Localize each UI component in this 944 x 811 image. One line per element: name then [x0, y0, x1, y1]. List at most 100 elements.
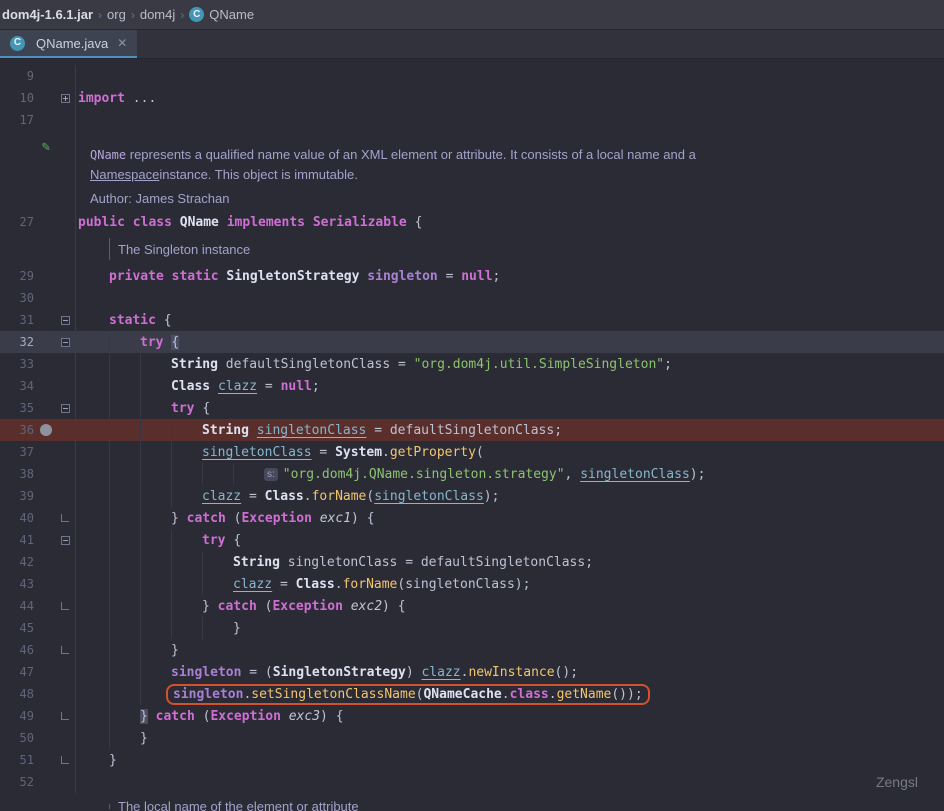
line-number[interactable]: 34: [0, 379, 34, 393]
code-line[interactable]: 46}: [0, 639, 944, 661]
breakpoint-icon[interactable]: [34, 424, 58, 436]
line-number[interactable]: 35: [0, 401, 34, 415]
breadcrumb-item-jar[interactable]: dom4j-1.6.1.jar: [2, 7, 93, 22]
line-number[interactable]: 36: [0, 423, 34, 437]
line-number[interactable]: 42: [0, 555, 34, 569]
line-number[interactable]: 52: [0, 775, 34, 789]
breadcrumb-item-qname[interactable]: C QName: [189, 7, 254, 22]
code-line[interactable]: 36String singletonClass = defaultSinglet…: [0, 419, 944, 441]
fold-collapse-icon[interactable]: [58, 536, 72, 545]
code-token: );: [484, 489, 500, 504]
fold-collapse-icon[interactable]: [58, 404, 72, 413]
code-line[interactable]: 38s:"org.dom4j.QName.singleton.strategy"…: [0, 463, 944, 485]
code-line[interactable]: 10import ...: [0, 87, 944, 109]
doc-comment-row[interactable]: ✎QName represents a qualified name value…: [0, 131, 944, 211]
fold-end-icon[interactable]: [58, 712, 72, 720]
class-icon: C: [189, 7, 204, 22]
code-editor[interactable]: 9 10import ... 17 ✎QName represents a quali…: [0, 59, 944, 811]
breadcrumb-item-dom4j[interactable]: dom4j: [140, 7, 175, 22]
code-line[interactable]: 17: [0, 109, 944, 131]
code-line[interactable]: 43clazz = Class.forName(singletonClass);: [0, 573, 944, 595]
code-token: {: [233, 533, 241, 548]
tab-qname-java[interactable]: C QName.java ✕: [0, 30, 137, 58]
line-number[interactable]: 43: [0, 577, 34, 591]
fold-collapse-icon[interactable]: [58, 338, 72, 347]
line-number[interactable]: 46: [0, 643, 34, 657]
line-number[interactable]: 48: [0, 687, 34, 701]
gutter: 41: [0, 529, 76, 551]
line-content: public class QName implements Serializab…: [76, 211, 944, 233]
code-line[interactable]: 9: [0, 65, 944, 87]
line-number[interactable]: 9: [0, 69, 34, 83]
line-number[interactable]: 44: [0, 599, 34, 613]
code-line[interactable]: 42String singletonClass = defaultSinglet…: [0, 551, 944, 573]
close-icon[interactable]: ✕: [117, 36, 127, 50]
code-token: exc1: [320, 511, 351, 526]
breadcrumb-item-org[interactable]: org: [107, 7, 126, 22]
indent-guide: [109, 529, 140, 551]
line-number[interactable]: 32: [0, 335, 34, 349]
line-number[interactable]: 30: [0, 291, 34, 305]
code-line[interactable]: 34Class clazz = null;: [0, 375, 944, 397]
code-line[interactable]: 50}: [0, 727, 944, 749]
code-token: clazz: [218, 379, 257, 394]
code-line[interactable]: 49} catch (Exception exc3) {: [0, 705, 944, 727]
code-line[interactable]: 37singletonClass = System.getProperty(: [0, 441, 944, 463]
edit-docs-pencil-icon[interactable]: ✎: [34, 139, 58, 155]
line-number[interactable]: 31: [0, 313, 34, 327]
line-number[interactable]: 10: [0, 91, 34, 105]
code-line[interactable]: 27 public class QName implements Serializ…: [0, 211, 944, 233]
line-number[interactable]: 29: [0, 269, 34, 283]
doc-comment-row[interactable]: The Singleton instance: [0, 233, 944, 265]
gutter: 42: [0, 551, 76, 573]
line-number[interactable]: 17: [0, 113, 34, 127]
code-token: catch: [218, 599, 265, 614]
line-number[interactable]: 38: [0, 467, 34, 481]
line-number[interactable]: 33: [0, 357, 34, 371]
line-content: singleton.setSingletonClassName(QNameCac…: [76, 683, 944, 705]
code-line[interactable]: 29private static SingletonStrategy singl…: [0, 265, 944, 287]
fold-end-icon[interactable]: [58, 602, 72, 610]
line-number[interactable]: 45: [0, 621, 34, 635]
code-line[interactable]: 39clazz = Class.forName(singletonClass);: [0, 485, 944, 507]
indent-guide: [78, 595, 109, 617]
code-line[interactable]: 44} catch (Exception exc2) {: [0, 595, 944, 617]
line-number[interactable]: 39: [0, 489, 34, 503]
code-line[interactable]: 41 try {: [0, 529, 944, 551]
code-line[interactable]: 32try {: [0, 331, 944, 353]
fold-end-icon[interactable]: [58, 646, 72, 654]
code-line[interactable]: 30: [0, 287, 944, 309]
line-number[interactable]: 51: [0, 753, 34, 767]
code-line[interactable]: 35try {: [0, 397, 944, 419]
code-line[interactable]: 31static {: [0, 309, 944, 331]
code-token: Class: [171, 379, 218, 394]
fold-expand-icon[interactable]: [58, 94, 72, 103]
gutter: 50: [0, 727, 76, 749]
line-content: }: [76, 639, 944, 661]
code-line[interactable]: 33String defaultSingletonClass = "org.do…: [0, 353, 944, 375]
line-number[interactable]: 41: [0, 533, 34, 547]
code-line[interactable]: 48 singleton.setSingletonClassName(QNameC…: [0, 683, 944, 705]
code-line[interactable]: 51}: [0, 749, 944, 771]
line-number[interactable]: 50: [0, 731, 34, 745]
code-line[interactable]: 52Zengsl: [0, 771, 944, 793]
doc-comment-row[interactable]: The local name of the element or attribu…: [0, 793, 944, 811]
gutter: 27: [0, 211, 76, 233]
code-token: Author: James Strachan: [90, 191, 229, 206]
code-token: Namespace: [90, 167, 159, 182]
code-token: ());: [611, 687, 642, 702]
code-line[interactable]: 47singleton = (SingletonStrategy) clazz.…: [0, 661, 944, 683]
line-number[interactable]: 37: [0, 445, 34, 459]
gutter: 46: [0, 639, 76, 661]
line-number[interactable]: 47: [0, 665, 34, 679]
fold-end-icon[interactable]: [58, 756, 72, 764]
editor-tab-bar: C QName.java ✕: [0, 30, 944, 59]
fold-collapse-icon[interactable]: [58, 316, 72, 325]
code-line[interactable]: 45}: [0, 617, 944, 639]
fold-end-icon[interactable]: [58, 514, 72, 522]
line-number[interactable]: 40: [0, 511, 34, 525]
line-content: try {: [76, 529, 944, 551]
code-line[interactable]: 40} catch (Exception exc1) {: [0, 507, 944, 529]
line-number[interactable]: 27: [0, 215, 34, 229]
line-number[interactable]: 49: [0, 709, 34, 723]
